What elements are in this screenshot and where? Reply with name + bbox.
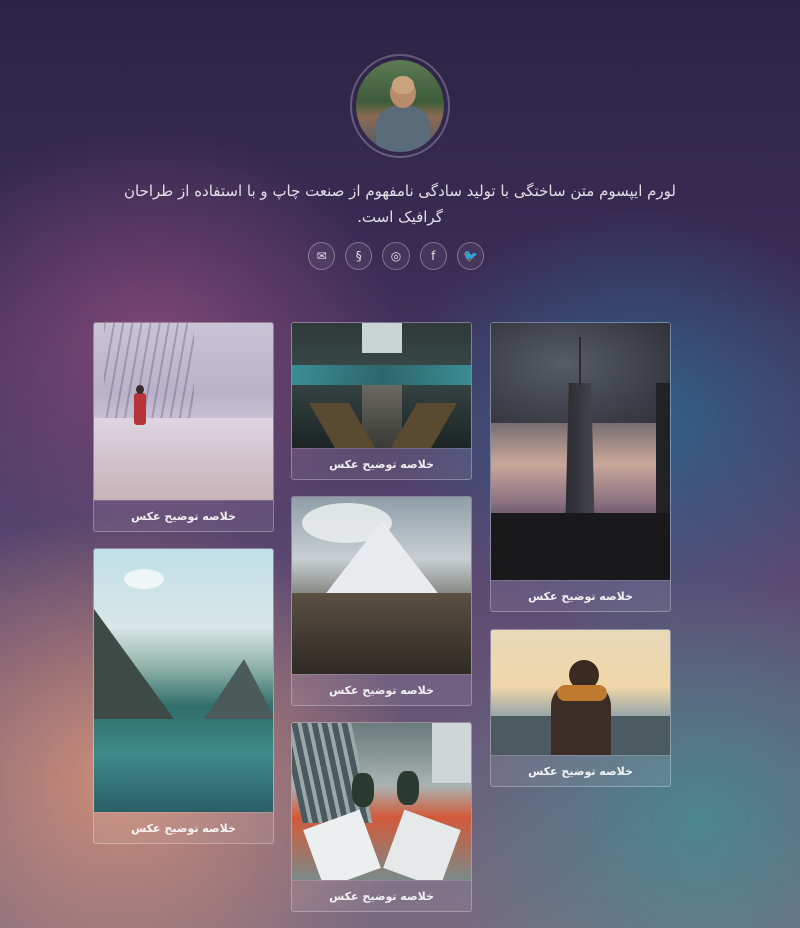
- photo-caption: خلاصه توضیح عکس: [491, 755, 670, 786]
- gallery-card-subway-escalator[interactable]: خلاصه توضیح عکس: [291, 322, 472, 480]
- avatar[interactable]: [350, 54, 450, 158]
- avatar-photo: [356, 60, 444, 152]
- photo-feet-above-city: [292, 723, 471, 880]
- gallery-card-feet-above-city[interactable]: خلاصه توضیح عکس: [291, 722, 472, 912]
- profile-bio: لورم ایپسوم متن ساختگی با تولید سادگی نا…: [124, 182, 676, 226]
- gallery-card-city-tower[interactable]: خلاصه توضیح عکس: [490, 322, 671, 612]
- photo-lake-valley: [94, 549, 273, 812]
- facebook-icon[interactable]: f: [419, 242, 447, 270]
- skype-icon[interactable]: §: [345, 242, 373, 270]
- social-links: ✉ § ◎ f 🐦: [308, 242, 485, 270]
- photo-caption: خلاصه توضیح عکس: [292, 674, 471, 705]
- photo-city-tower: [491, 323, 670, 580]
- photo-caption: خلاصه توضیح عکس: [491, 580, 670, 611]
- instagram-icon[interactable]: ◎: [382, 242, 410, 270]
- twitter-icon[interactable]: 🐦: [456, 242, 485, 270]
- photo-snow-forest: [94, 323, 273, 500]
- photo-mountain-peak: [292, 497, 471, 674]
- photo-sea-sunset-person: [491, 630, 670, 755]
- gallery-card-lake-valley[interactable]: خلاصه توضیح عکس: [93, 548, 274, 844]
- gallery-card-sea-sunset-person[interactable]: خلاصه توضیح عکس: [490, 629, 671, 787]
- photo-caption: خلاصه توضیح عکس: [292, 448, 471, 479]
- photo-subway-escalator: [292, 323, 471, 448]
- gallery-card-snow-forest[interactable]: خلاصه توضیح عکس: [93, 322, 274, 532]
- photo-caption: خلاصه توضیح عکس: [94, 500, 273, 531]
- photo-caption: خلاصه توضیح عکس: [292, 880, 471, 911]
- photo-caption: خلاصه توضیح عکس: [94, 812, 273, 843]
- email-icon[interactable]: ✉: [308, 242, 336, 270]
- gallery-card-mountain-peak[interactable]: خلاصه توضیح عکس: [291, 496, 472, 706]
